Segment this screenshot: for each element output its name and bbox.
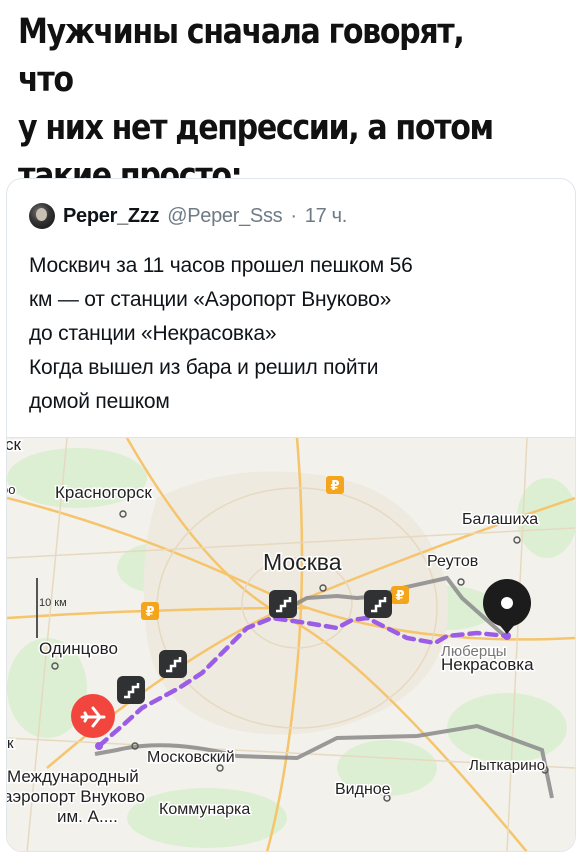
map-label: к	[7, 735, 14, 752]
map-label-reutov: Реутов	[427, 553, 478, 570]
scale-label: 10 км	[39, 597, 67, 609]
tweet-text-line: Когда вышел из бара и решил пойти	[29, 356, 379, 379]
metro-icon[interactable]: ₽	[391, 586, 409, 604]
tweet-text: Москвич за 11 часов прошел пешком 56 км …	[29, 249, 559, 419]
map-label: оо	[7, 482, 15, 497]
author-handle[interactable]: @Peper_Sss	[167, 205, 282, 228]
map-label-balashikha: Балашиха	[462, 511, 538, 528]
airplane-icon[interactable]	[71, 694, 115, 738]
map-label-moskovsky: Московский	[147, 749, 235, 766]
map-label-airport: Международный	[7, 767, 139, 786]
map-label-krasnogorsk: Красногорск	[55, 483, 152, 502]
tweet-card[interactable]: Peper_Zzz @Peper_Sss · 17 ч. Москвич за …	[6, 178, 576, 852]
meme-caption: Мужчины сначала говорят, что у них нет д…	[18, 8, 500, 200]
tweet-text-line: км — от станции «Аэропорт Внуково»	[29, 288, 392, 311]
stairs-icon[interactable]	[117, 676, 145, 704]
metro-icon[interactable]: ₽	[326, 476, 344, 494]
map-label: ск	[7, 438, 22, 454]
metro-symbol: ₽	[145, 605, 154, 620]
tweet-header: Peper_Zzz @Peper_Sss · 17 ч.	[29, 201, 347, 231]
stairs-icon[interactable]	[269, 590, 297, 618]
metro-icon[interactable]: ₽	[141, 602, 159, 620]
route-map[interactable]: ₽ ₽ ₽ 10 км к о Красногорск Балашиха Мос…	[7, 437, 575, 851]
metro-symbol: ₽	[330, 479, 339, 494]
map-label-odintsovo: Одинцово	[39, 639, 118, 658]
map-label-vidnoe: Видное	[335, 781, 391, 798]
tweet-text-line: Москвич за 11 часов прошел пешком 56	[29, 254, 413, 277]
author-name[interactable]: Peper_Zzz	[63, 205, 160, 228]
map-label-airport: аэропорт Внуково	[7, 787, 145, 806]
map-label-kommunarka: Коммунарка	[159, 801, 250, 818]
tweet-text-line: до станции «Некрасовка»	[29, 322, 277, 345]
avatar[interactable]	[29, 203, 55, 229]
separator-dot: ·	[290, 204, 297, 227]
map-canvas: ₽ ₽ ₽ 10 км к о Красногорск Балашиха Мос…	[7, 438, 575, 851]
caption-line-2: у них нет депрессии, а потом	[18, 108, 494, 148]
map-label-lytkarino: Лыткарино	[469, 757, 545, 774]
stairs-icon[interactable]	[364, 590, 392, 618]
tweet-time[interactable]: 17 ч.	[305, 205, 348, 228]
map-label-airport: им. А....	[57, 807, 118, 826]
map-label-moskva: Москва	[263, 549, 342, 575]
metro-symbol: ₽	[395, 589, 404, 604]
stairs-icon[interactable]	[159, 650, 187, 678]
tweet-text-line: домой пешком	[29, 390, 170, 413]
map-label-nekrasovka: Некрасовка	[441, 655, 534, 674]
caption-line-1: Мужчины сначала говорят, что	[18, 12, 465, 100]
